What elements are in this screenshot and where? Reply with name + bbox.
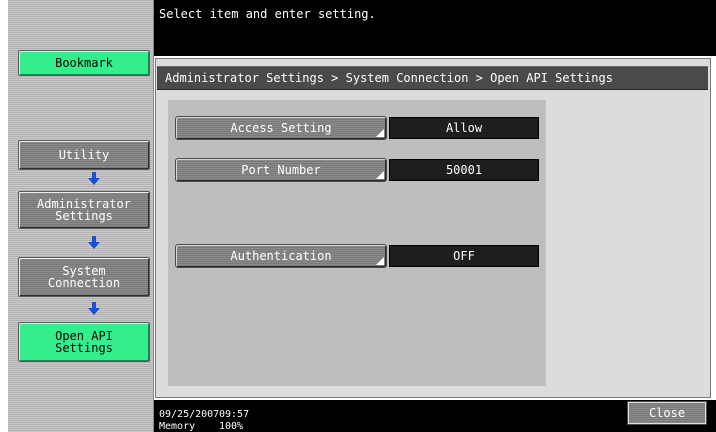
corner-tick-icon (376, 129, 384, 137)
left-panel: Bookmark Utility Administrator Settings … (8, 0, 154, 432)
close-button[interactable]: Close (627, 401, 707, 425)
corner-tick-icon (376, 257, 384, 265)
nav-utility-button[interactable]: Utility (18, 140, 150, 170)
arrow-down-icon (88, 236, 100, 249)
arrow-down-icon (88, 302, 100, 315)
status-date: 09/25/2007 (159, 409, 220, 420)
nav-system-connection-button[interactable]: System Connection (18, 257, 150, 297)
access-setting-label: Access Setting (230, 121, 332, 135)
arrow-down-icon (88, 172, 100, 185)
authentication-label: Authentication (230, 249, 332, 263)
memory-label: Memory (159, 421, 196, 432)
settings-area (168, 100, 546, 386)
nav-open-api-settings-button[interactable]: Open API Settings (18, 322, 150, 362)
port-number-button[interactable]: Port Number (175, 158, 387, 182)
authentication-button[interactable]: Authentication (175, 244, 387, 268)
access-setting-value: Allow (389, 117, 539, 139)
top-message-bar: Select item and enter setting. (154, 0, 716, 56)
port-number-label: Port Number (241, 163, 321, 177)
instruction-message: Select item and enter setting. (159, 7, 376, 21)
corner-tick-icon (376, 171, 384, 179)
authentication-value: OFF (389, 245, 539, 267)
port-number-value: 50001 (389, 159, 539, 181)
access-setting-button[interactable]: Access Setting (175, 116, 387, 140)
nav-administrator-settings-button[interactable]: Administrator Settings (18, 191, 150, 229)
status-time: 09:57 (219, 409, 250, 420)
memory-value: 100% (219, 421, 244, 432)
bookmark-button[interactable]: Bookmark (18, 50, 150, 76)
breadcrumb: Administrator Settings > System Connecti… (157, 66, 708, 90)
